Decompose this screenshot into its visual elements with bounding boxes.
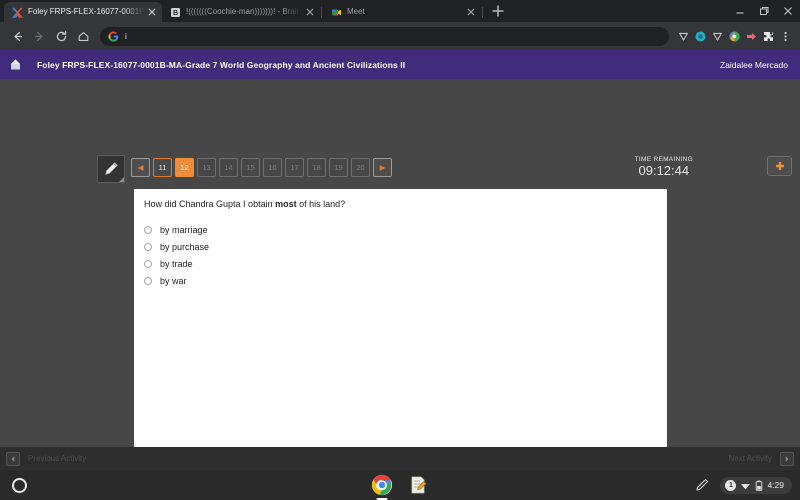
close-icon[interactable] (304, 6, 316, 18)
puzzle-piece-icon[interactable] (762, 30, 775, 43)
shield-extension-icon-2[interactable] (711, 30, 724, 43)
previous-activity-label: Previous Activity (28, 454, 87, 463)
tab-divider (482, 7, 483, 18)
pink-arrow-extension-icon[interactable] (745, 30, 758, 43)
tab-divider (321, 7, 322, 18)
browser-tab-brainly[interactable]: B !(((((((Coochie-man)))))))! - Brainly (162, 2, 320, 22)
chrome-icon[interactable] (370, 473, 394, 500)
answer-option-4[interactable]: by war (144, 272, 209, 289)
next-activity-button[interactable] (780, 451, 794, 466)
stylus-pen-icon[interactable] (690, 473, 714, 497)
reload-icon[interactable] (50, 25, 72, 47)
answer-option-label: by marriage (160, 224, 208, 235)
question-navigation: ◀ 11 12 13 14 15 16 17 18 19 20 ▶ (131, 158, 392, 177)
question-button-20[interactable]: 20 (351, 158, 370, 177)
question-card: How did Chandra Gupta I obtain most of h… (134, 189, 667, 447)
question-button-17[interactable]: 17 (285, 158, 304, 177)
battery-icon (755, 480, 763, 491)
answer-option-label: by war (160, 275, 187, 286)
browser-toolbar: i (0, 22, 800, 50)
course-header: Foley FRPS-FLEX-16077-0001B-MA-Grade 7 W… (0, 50, 800, 79)
shelf-status-area: 1 4:29 (690, 473, 792, 497)
quiz-toolbar (0, 79, 800, 120)
chrome-browser-window: Foley FRPS-FLEX-16077-0001B-MA-Grade 7 W… (0, 0, 800, 447)
back-arrow-icon[interactable] (6, 25, 28, 47)
activity-navigation-bar: Previous Activity Next Activity (0, 447, 800, 470)
time-remaining: TIME REMAINING 09:12:44 (635, 156, 693, 178)
home-icon[interactable] (8, 57, 23, 72)
prev-question-button[interactable]: ◀ (131, 158, 150, 177)
answer-option-label: by trade (160, 258, 193, 269)
shield-extension-icon[interactable] (677, 30, 690, 43)
question-button-15[interactable]: 15 (241, 158, 260, 177)
blue-circle-extension-icon[interactable] (694, 30, 707, 43)
google-g-icon (108, 30, 119, 42)
home-icon[interactable] (72, 25, 94, 47)
new-tab-button[interactable] (488, 1, 508, 21)
answer-option-3[interactable]: by trade (144, 255, 209, 272)
brainly-b-icon: B (170, 7, 181, 18)
time-remaining-label: TIME REMAINING (634, 156, 693, 163)
tab-title: !(((((((Coochie-man)))))))! - Brainly (186, 7, 302, 16)
clock: 4:29 (767, 480, 784, 490)
maximize-button[interactable] (752, 0, 776, 22)
answer-option-1[interactable]: by marriage (144, 221, 209, 238)
address-bar[interactable]: i (100, 26, 669, 46)
answer-option-2[interactable]: by purchase (144, 238, 209, 255)
browser-tab-meet[interactable]: Meet (323, 2, 481, 22)
prompt-emphasis: most (275, 199, 297, 209)
extension-icons (675, 30, 794, 43)
address-bar-value: i (125, 31, 127, 41)
notes-app-icon[interactable] (406, 473, 430, 497)
notification-count-badge: 1 (725, 479, 737, 491)
launcher-circle-icon[interactable] (12, 477, 27, 493)
tab-title: Foley FRPS-FLEX-16077-0001B-MA-Grade 7 W… (28, 7, 144, 16)
wifi-icon (740, 480, 751, 491)
next-activity-label: Next Activity (728, 454, 772, 463)
tab-title: Meet (347, 7, 365, 16)
question-button-11[interactable]: 11 (153, 158, 172, 177)
question-prompt: How did Chandra Gupta I obtain most of h… (144, 198, 345, 210)
edgenuity-x-icon (12, 6, 23, 18)
time-remaining-value: 09:12:44 (638, 163, 690, 178)
previous-activity-button[interactable] (6, 451, 20, 466)
three-dot-menu-icon[interactable] (779, 30, 792, 43)
next-question-button[interactable]: ▶ (373, 158, 392, 177)
close-button[interactable] (776, 0, 800, 22)
radio-button[interactable] (144, 276, 152, 285)
tab-strip: Foley FRPS-FLEX-16077-0001B-MA-Grade 7 W… (0, 0, 800, 22)
page-viewport: Foley FRPS-FLEX-16077-0001B-MA-Grade 7 W… (0, 50, 800, 447)
question-button-16[interactable]: 16 (263, 158, 282, 177)
question-button-19[interactable]: 19 (329, 158, 348, 177)
chromeos-screen: Foley FRPS-FLEX-16077-0001B-MA-Grade 7 W… (0, 0, 800, 500)
radio-button[interactable] (144, 242, 152, 251)
forward-arrow-icon[interactable] (28, 25, 50, 47)
question-button-14[interactable]: 14 (219, 158, 238, 177)
answer-options: by marriage by purchase by trade by war (144, 221, 209, 289)
window-controls (728, 0, 800, 22)
question-button-13[interactable]: 13 (197, 158, 216, 177)
svg-text:B: B (173, 10, 178, 17)
highlighter-pen-icon[interactable] (97, 155, 125, 183)
close-icon[interactable] (465, 6, 477, 18)
prompt-part-1: How did Chandra Gupta I obtain (144, 199, 276, 209)
page-title: Foley FRPS-FLEX-16077-0001B-MA-Grade 7 W… (37, 59, 406, 70)
user-name: Zaidalee Mercado (719, 59, 788, 70)
question-button-12[interactable]: 12 (175, 158, 194, 177)
close-icon[interactable] (146, 6, 158, 18)
status-tray[interactable]: 1 4:29 (720, 476, 792, 494)
browser-tab-edgenuity[interactable]: Foley FRPS-FLEX-16077-0001B-MA-Grade 7 W… (4, 2, 162, 22)
minimize-button[interactable] (728, 0, 752, 22)
prompt-part-2: of his land? (296, 199, 346, 209)
answer-option-label: by purchase (160, 241, 210, 252)
zoom-in-button[interactable] (767, 156, 792, 176)
google-meet-icon (331, 7, 342, 18)
colorful-circle-extension-icon[interactable] (728, 30, 741, 43)
radio-button[interactable] (144, 259, 152, 268)
question-button-18[interactable]: 18 (307, 158, 326, 177)
shelf-app-icons (370, 473, 430, 500)
radio-button[interactable] (144, 225, 152, 234)
chromeos-shelf: 1 4:29 (0, 470, 800, 500)
